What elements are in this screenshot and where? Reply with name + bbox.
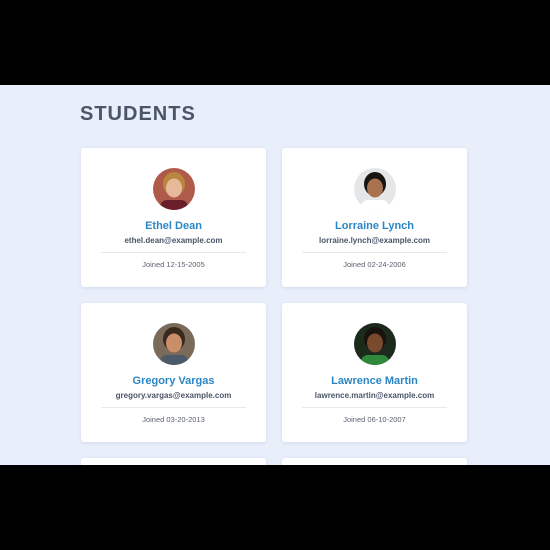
avatar-face: [166, 178, 182, 198]
avatar-face: [367, 178, 383, 198]
student-name[interactable]: Ethel Dean: [81, 220, 266, 232]
joined-date: Joined 03-20-2013: [142, 415, 205, 424]
student-card-partial[interactable]: [81, 458, 266, 465]
avatar-image: [153, 323, 195, 365]
avatar-image: [354, 168, 396, 210]
avatar-shoulders: [361, 200, 389, 210]
avatar[interactable]: [153, 168, 195, 210]
avatar-shoulders: [160, 200, 188, 210]
student-card[interactable]: Gregory Vargas gregory.vargas@example.co…: [81, 303, 266, 442]
student-card[interactable]: Lorraine Lynch lorraine.lynch@example.co…: [282, 148, 467, 287]
student-email: lorraine.lynch@example.com: [319, 236, 430, 245]
students-grid: Ethel Dean ethel.dean@example.com Joined…: [81, 148, 467, 465]
student-card-partial[interactable]: [282, 458, 467, 465]
avatar-image: [354, 323, 396, 365]
student-email: ethel.dean@example.com: [124, 236, 223, 245]
card-divider: [302, 407, 447, 408]
avatar[interactable]: [354, 168, 396, 210]
students-page: STUDENTS Ethel Dean ethel.dean@example.c…: [0, 85, 550, 465]
student-email: lawrence.martin@example.com: [314, 391, 435, 400]
student-card[interactable]: Ethel Dean ethel.dean@example.com Joined…: [81, 148, 266, 287]
avatar[interactable]: [153, 323, 195, 365]
avatar-image: [153, 168, 195, 210]
student-name[interactable]: Gregory Vargas: [81, 375, 266, 387]
student-name[interactable]: Lorraine Lynch: [282, 220, 467, 232]
student-card[interactable]: Lawrence Martin lawrence.martin@example.…: [282, 303, 467, 442]
student-email: gregory.vargas@example.com: [115, 391, 232, 400]
card-divider: [101, 407, 246, 408]
avatar-shoulders: [361, 355, 389, 365]
joined-date: Joined 06-10-2007: [343, 415, 406, 424]
student-name[interactable]: Lawrence Martin: [282, 375, 467, 387]
joined-date: Joined 02-24-2006: [343, 260, 406, 269]
avatar[interactable]: [354, 323, 396, 365]
card-divider: [302, 252, 447, 253]
avatar-face: [367, 333, 383, 353]
avatar-face: [166, 333, 182, 353]
joined-date: Joined 12-15-2005: [142, 260, 205, 269]
page-title: STUDENTS: [80, 103, 196, 125]
avatar-shoulders: [160, 355, 188, 365]
card-divider: [101, 252, 246, 253]
